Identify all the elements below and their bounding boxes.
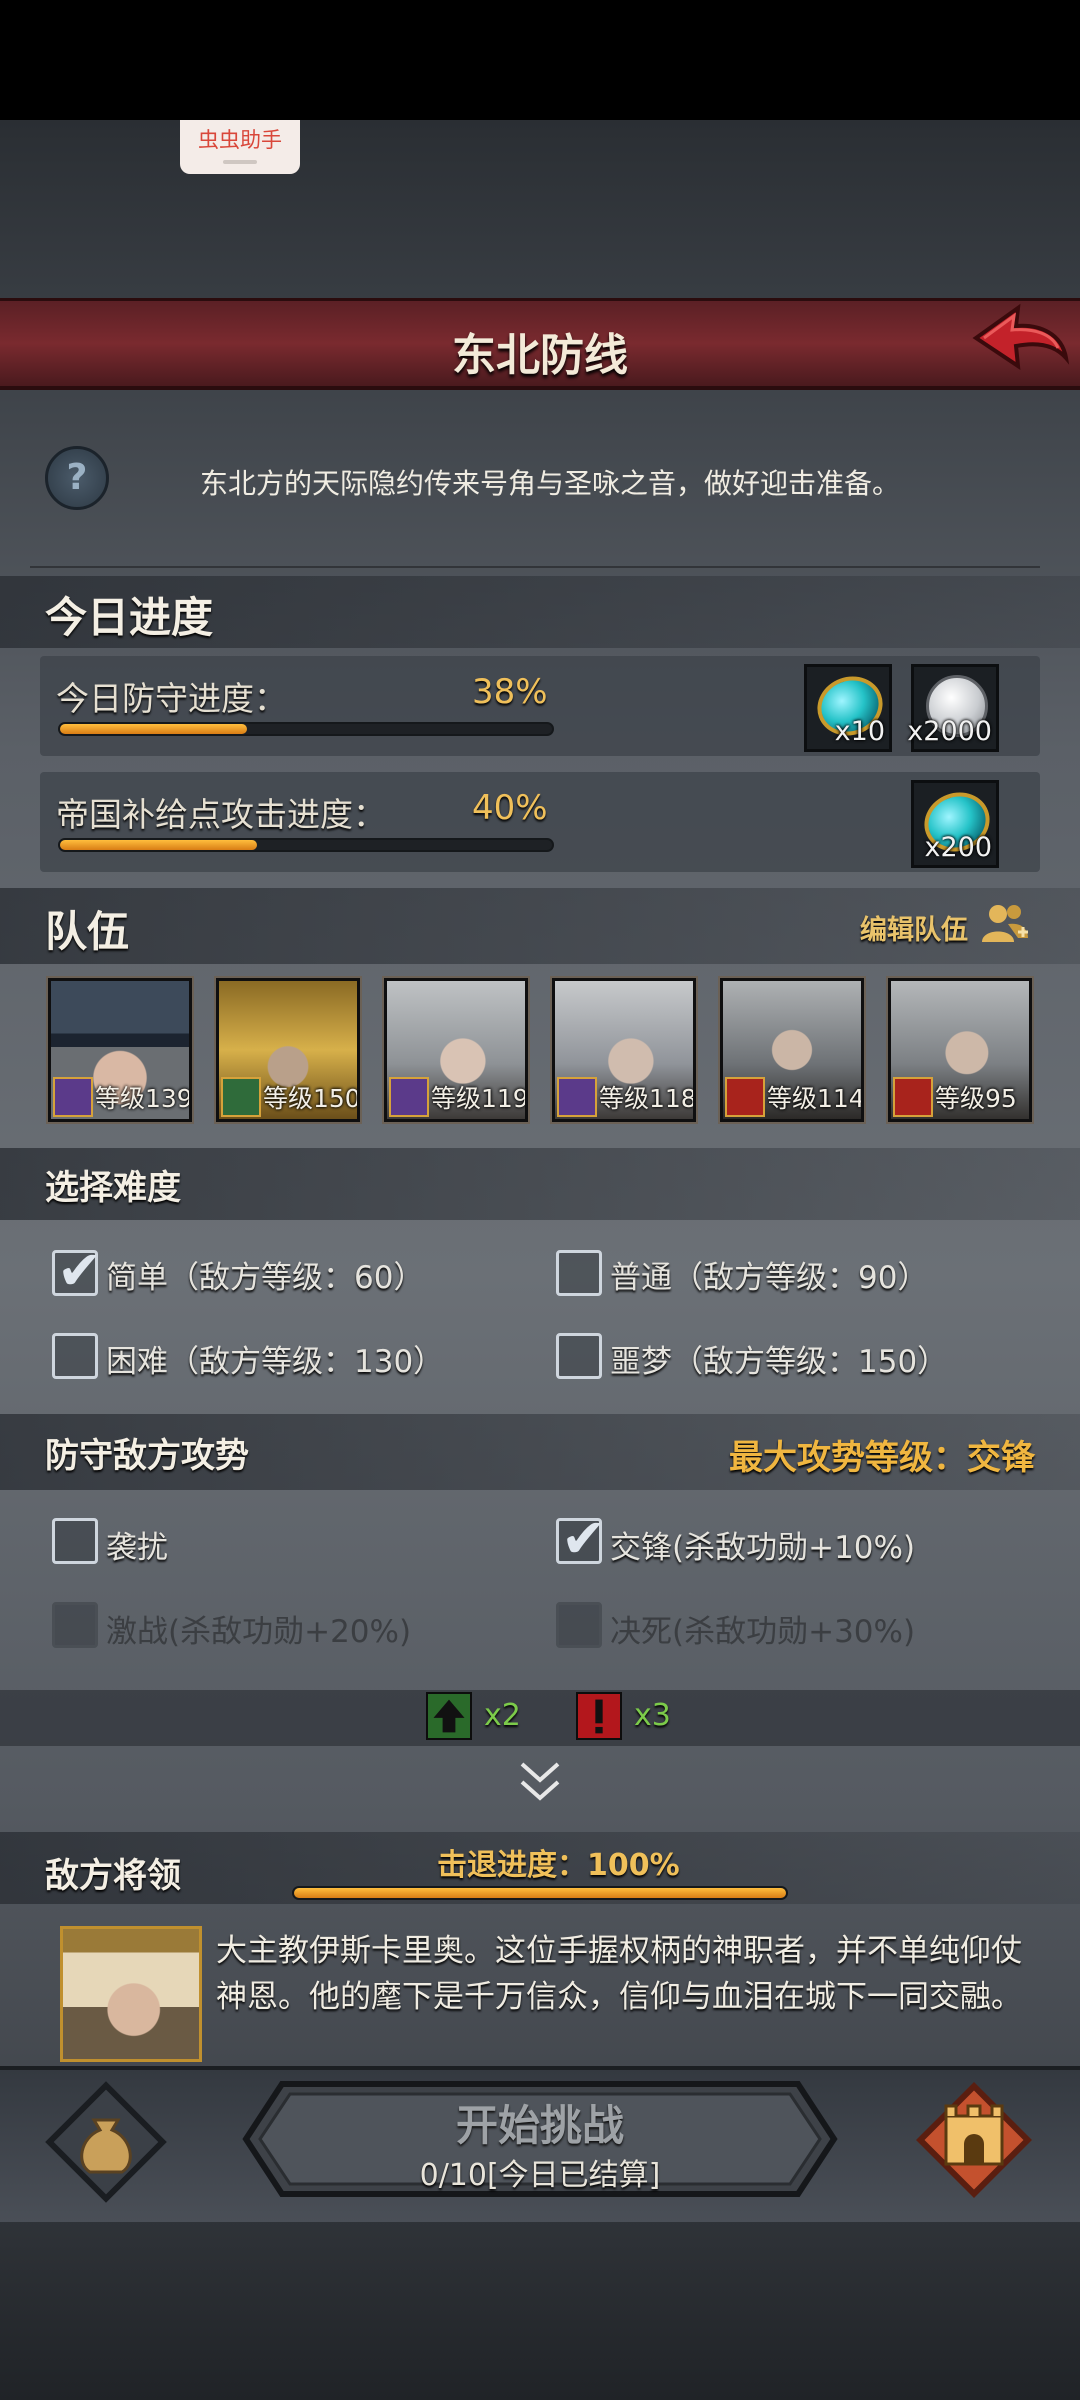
hero-slot-6[interactable]: 等级95 — [886, 976, 1034, 1124]
exclamation-count: x3 — [634, 1698, 671, 1733]
help-icon[interactable]: ? — [45, 446, 109, 510]
divider — [30, 566, 1040, 568]
team-edit-icon[interactable] — [980, 902, 1030, 946]
enemy-general-portrait[interactable] — [60, 1926, 202, 2062]
hero-level: 等级119 — [431, 1084, 528, 1113]
reward-coin-2000[interactable]: x2000 — [907, 664, 999, 752]
hero-level: 等级150 — [263, 1084, 360, 1113]
offense-deathmatch-label: 决死(杀敌功勋+30%) — [610, 1614, 916, 1650]
edit-team-button[interactable]: 编辑队伍 — [860, 908, 968, 947]
bottom-background — [0, 2220, 1080, 2400]
offense-harass-checkbox[interactable] — [52, 1518, 98, 1564]
expand-chevron-icon[interactable] — [518, 1758, 562, 1808]
assistant-tab[interactable]: 虫虫助手 — [180, 120, 300, 174]
challenge-count: 0/10[今日已结算] — [419, 2158, 661, 2193]
up-arrow-count: x2 — [484, 1698, 521, 1733]
castle-icon[interactable] — [912, 2076, 1036, 2206]
reward-count: x10 — [834, 716, 885, 747]
hero-level: 等级114 — [767, 1084, 864, 1113]
hero-level: 等级95 — [935, 1084, 1017, 1113]
hero-level: 等级139 — [95, 1084, 192, 1113]
green-up-arrow-icon — [426, 1692, 472, 1740]
hero-slot-5[interactable]: 等级114 — [718, 976, 866, 1124]
start-challenge-label: 开始挑战 — [455, 2101, 624, 2150]
offense-title: 防守敌方攻势 — [45, 1436, 249, 1476]
status-bar — [0, 0, 1080, 120]
horse-icon — [893, 1077, 933, 1117]
reward-gem-10[interactable]: x10 — [804, 664, 892, 752]
supply-percent: 40% — [472, 788, 548, 828]
offense-fierce-checkbox — [52, 1602, 98, 1648]
staff-icon — [53, 1077, 93, 1117]
supply-label: 帝国补给点攻击进度： — [56, 795, 386, 834]
difficulty-hard-label[interactable]: 困难（敌方等级：130） — [106, 1336, 444, 1381]
hero-slot-2[interactable]: 等级150 — [214, 976, 362, 1124]
enemy-description: 大主教伊斯卡里奥。这位手握权柄的神职者，并不单纯仰仗神恩。他的麾下是千万信众，信… — [216, 1933, 1022, 2015]
difficulty-title: 选择难度 — [45, 1168, 181, 1208]
reward-gem-200[interactable]: x200 — [911, 780, 999, 868]
supply-progress-bar — [58, 838, 554, 852]
repel-progress-bar — [292, 1886, 788, 1900]
bow-icon — [221, 1077, 261, 1117]
page-title: 东北防线 — [452, 330, 628, 381]
difficulty-normal-label[interactable]: 普通（敌方等级：90） — [610, 1252, 928, 1297]
hero-slot-3[interactable]: 等级119 — [382, 976, 530, 1124]
intro-text: 东北方的天际隐约传来号角与圣咏之音，做好迎击准备。 — [200, 467, 901, 500]
staff-icon — [557, 1077, 597, 1117]
difficulty-nightmare-checkbox[interactable] — [556, 1333, 602, 1379]
offense-clash-label[interactable]: 交锋(杀敌功勋+10%) — [610, 1522, 915, 1567]
reward-count: x2000 — [907, 716, 992, 747]
hero-slot-4[interactable]: 等级118 — [550, 976, 698, 1124]
assistant-handle — [223, 160, 257, 164]
reward-count: x200 — [924, 832, 992, 863]
check-icon: ✔ — [57, 1239, 103, 1302]
repel-progress-fill — [294, 1888, 786, 1898]
supply-progress-fill — [60, 840, 257, 850]
back-arrow-icon[interactable] — [970, 300, 1070, 380]
hero-slot-1[interactable]: 等级139 — [46, 976, 194, 1124]
red-exclamation-icon — [576, 1692, 622, 1740]
difficulty-easy-checkbox[interactable]: ✔ — [52, 1239, 102, 1302]
horse-icon — [725, 1077, 765, 1117]
max-offense-label: 最大攻势等级：交锋 — [729, 1438, 1035, 1478]
enemy-title: 敌方将领 — [45, 1856, 181, 1896]
team-title: 队伍 — [45, 907, 130, 956]
repel-progress-label: 击退进度：100% — [437, 1848, 680, 1883]
offense-harass-label[interactable]: 袭扰 — [106, 1522, 168, 1567]
difficulty-normal-checkbox[interactable] — [556, 1250, 602, 1296]
difficulty-hard-checkbox[interactable] — [52, 1333, 98, 1379]
hero-level: 等级118 — [599, 1084, 696, 1113]
offense-fierce-label: 激战(杀敌功勋+20%) — [106, 1614, 412, 1650]
difficulty-easy-label[interactable]: 简单（敌方等级：60） — [106, 1252, 424, 1297]
defense-progress-bar — [58, 722, 554, 736]
defense-label: 今日防守进度： — [56, 679, 287, 718]
check-icon: ✔ — [561, 1507, 607, 1570]
defense-progress-fill — [60, 724, 247, 734]
offense-clash-checkbox[interactable]: ✔ — [556, 1507, 606, 1570]
today-title: 今日进度 — [45, 593, 214, 642]
loot-bag-icon[interactable] — [44, 2080, 168, 2204]
offense-counter-bar — [0, 1690, 1080, 1746]
difficulty-nightmare-label[interactable]: 噩梦（敌方等级：150） — [610, 1336, 948, 1381]
staff-icon — [389, 1077, 429, 1117]
title-banner: 东北防线 — [0, 298, 1080, 390]
defense-percent: 38% — [472, 672, 548, 712]
assistant-label: 虫虫助手 — [198, 128, 282, 152]
offense-deathmatch-checkbox — [556, 1602, 602, 1648]
